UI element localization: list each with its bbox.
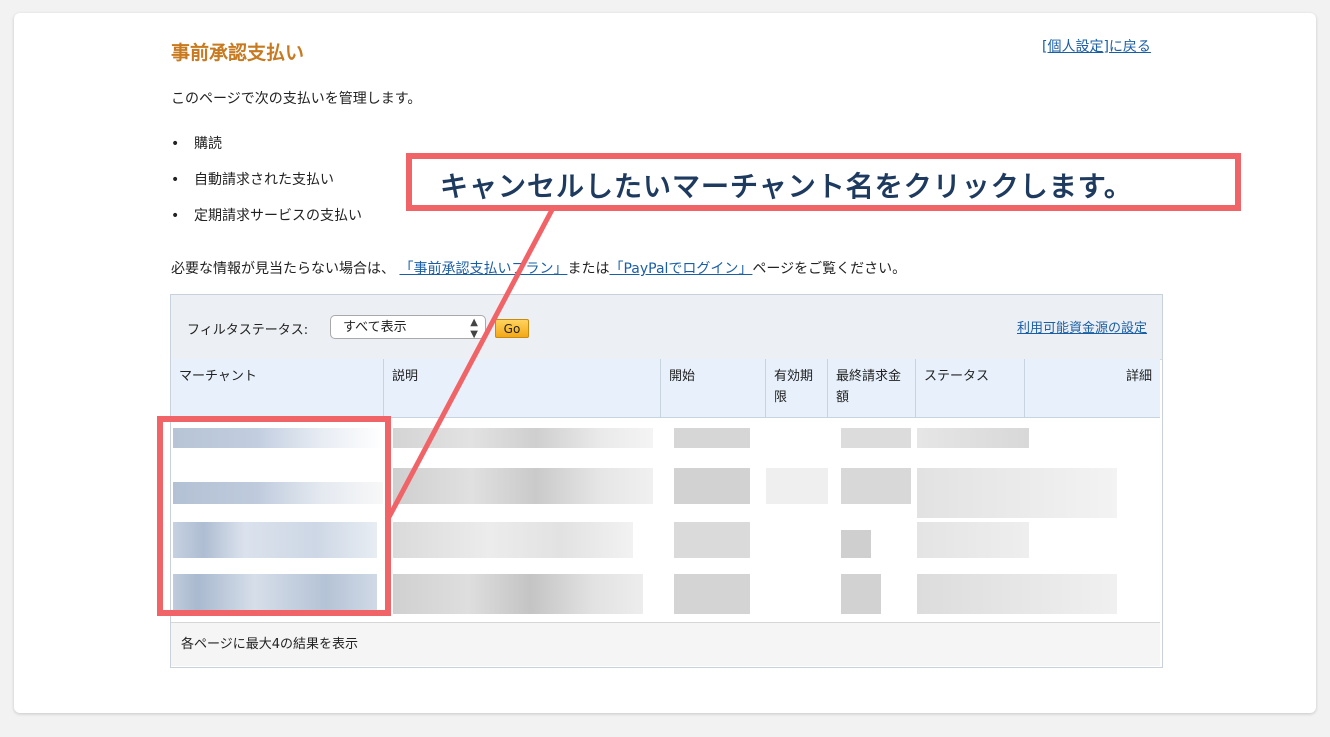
amount-cell-redacted	[841, 574, 881, 614]
info-suffix: ページをご覧ください。	[752, 261, 907, 277]
status-filter-select[interactable]: すべて表示 ▲ ▼	[330, 315, 486, 340]
paypal-login-link[interactable]: 「PayPalでログイン」	[609, 261, 752, 277]
info-prefix: 必要な情報が見当たらない場合は、	[171, 261, 395, 277]
merchant-highlight-box	[157, 416, 391, 616]
list-item: 自動請求された支払い	[171, 171, 362, 207]
preapproved-plan-link[interactable]: 「事前承認支払いプラン」	[399, 261, 567, 277]
col-start[interactable]: 開始	[661, 359, 766, 417]
table-header: マーチャント 説明 開始 有効期限 最終請求金額 ステータス 詳細	[171, 359, 1160, 418]
callout-text: キャンセルしたいマーチャント名をクリックします。	[440, 170, 1133, 203]
status-cell-redacted	[917, 468, 1117, 518]
results-per-page-note: 各ページに最大4の結果を表示	[171, 622, 1160, 666]
go-button[interactable]: Go	[495, 319, 529, 338]
info-text: 必要な情報が見当たらない場合は、 「事前承認支払いプラン」または「PayPalで…	[171, 258, 906, 278]
list-item: 購読	[171, 135, 362, 171]
back-to-settings-link[interactable]: [個人設定]に戻る	[1042, 36, 1151, 56]
start-cell-redacted	[674, 522, 750, 558]
start-cell-redacted	[674, 468, 750, 504]
col-status[interactable]: ステータス	[916, 359, 1025, 417]
intro-text: このページで次の支払いを管理します。	[171, 91, 422, 107]
amount-cell-redacted	[841, 468, 911, 504]
col-description[interactable]: 説明	[384, 359, 661, 417]
filter-status-label: フィルタステータス:	[187, 323, 309, 338]
payment-type-list: 購読 自動請求された支払い 定期請求サービスの支払い	[171, 135, 362, 243]
amount-cell-redacted	[841, 530, 871, 558]
filter-bar: フィルタステータス: すべて表示 ▲ ▼ Go 利用可能資金源の設定	[171, 295, 1162, 360]
status-filter-value: すべて表示	[343, 320, 407, 335]
description-cell-redacted	[393, 428, 653, 448]
start-cell-redacted	[674, 574, 750, 614]
col-details[interactable]: 詳細	[1025, 359, 1160, 417]
col-last-amount[interactable]: 最終請求金額	[828, 359, 916, 417]
funding-sources-link[interactable]: 利用可能資金源の設定	[1017, 317, 1147, 336]
description-cell-redacted	[393, 522, 633, 558]
amount-cell-redacted	[841, 428, 911, 448]
page-title: 事前承認支払い	[171, 42, 305, 64]
list-item: 定期請求サービスの支払い	[171, 207, 362, 243]
callout-box: キャンセルしたいマーチャント名をクリックします。	[406, 153, 1241, 211]
status-cell-redacted	[917, 522, 1029, 558]
status-cell-redacted	[917, 428, 1029, 448]
expiry-cell-redacted	[766, 468, 828, 504]
description-cell-redacted	[393, 468, 653, 504]
col-merchant[interactable]: マーチャント	[171, 359, 384, 417]
start-cell-redacted	[674, 428, 750, 448]
col-expiry[interactable]: 有効期限	[766, 359, 828, 417]
info-middle: または	[567, 261, 610, 277]
select-arrows-icon: ▲ ▼	[470, 317, 478, 340]
description-cell-redacted	[393, 574, 643, 614]
status-cell-redacted	[917, 574, 1117, 614]
